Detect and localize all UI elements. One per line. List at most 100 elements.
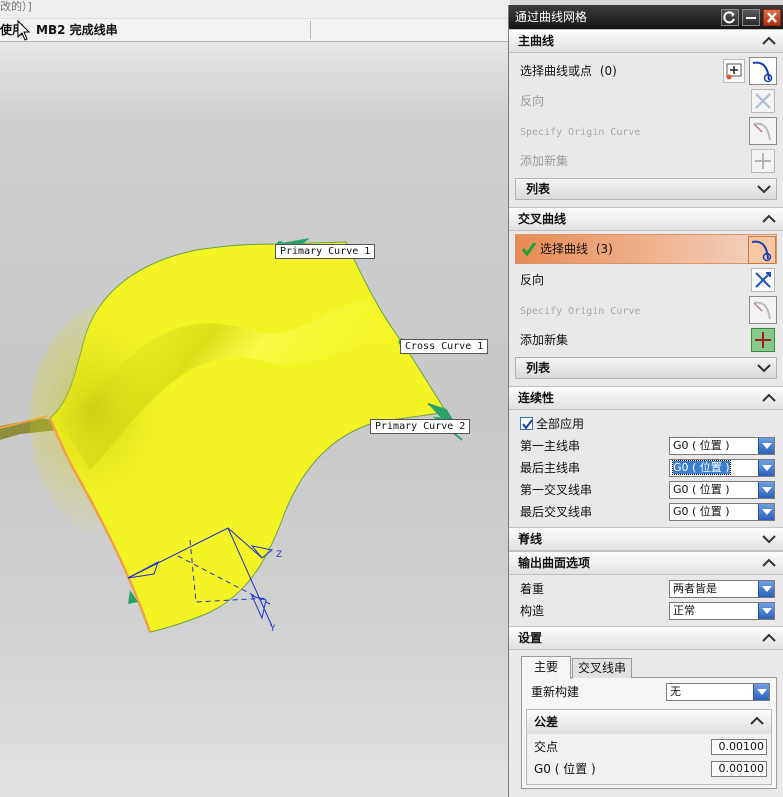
cross-list-toggle[interactable]: 列表 — [515, 357, 777, 379]
construct-select[interactable]: 正常 — [669, 602, 775, 620]
cross-add-set-row: 添加新集 — [515, 325, 777, 355]
apply-all-row[interactable]: 全部应用 — [515, 413, 777, 435]
intersection-tolerance-input[interactable]: 0.00100 — [711, 739, 767, 755]
primary-select-count: (0) — [599, 64, 617, 78]
chevron-up-icon[interactable] — [761, 390, 777, 406]
chevron-down-icon — [757, 364, 771, 373]
reverse-direction-icon — [755, 93, 771, 109]
primary-origin-row: Specify Origin Curve — [515, 116, 777, 146]
cross-select-row[interactable]: 选择曲线 (3) — [515, 234, 777, 264]
status-divider — [310, 21, 311, 39]
section-spine[interactable]: 脊线 — [509, 527, 783, 551]
point-plus-icon — [726, 63, 742, 80]
last-primary-label: 最后主线串 — [520, 461, 581, 475]
reset-button[interactable] — [721, 9, 739, 26]
cross-reverse-button[interactable] — [751, 268, 775, 292]
primary-origin-button[interactable] — [749, 117, 777, 145]
rebuild-select[interactable]: 无 — [666, 683, 770, 701]
primary-reverse-label: 反向 — [520, 94, 545, 108]
section-cross-curves[interactable]: 交叉曲线 — [509, 207, 783, 231]
cross-select-curve-button[interactable] — [748, 236, 776, 264]
dropdown-arrow-icon[interactable] — [758, 504, 774, 520]
section-primary-title: 主曲线 — [518, 34, 555, 48]
chevron-down-icon — [757, 185, 771, 194]
first-primary-row: 第一主线串 G0 ( 位置 ) — [515, 435, 777, 457]
chevron-up-icon[interactable] — [761, 630, 777, 646]
g0-tolerance-input[interactable]: 0.00100 — [711, 761, 767, 777]
dropdown-arrow-icon[interactable] — [758, 603, 774, 619]
axis-z-label: Z — [276, 550, 282, 560]
last-primary-value: G0 ( 位置 ) — [672, 460, 731, 475]
section-primary-curves[interactable]: 主曲线 — [509, 29, 783, 53]
first-cross-row: 第一交叉线串 G0 ( 位置 ) — [515, 479, 777, 501]
dropdown-arrow-icon[interactable] — [758, 438, 774, 454]
emphasis-label: 着重 — [520, 582, 545, 596]
chevron-up-icon[interactable] — [761, 555, 777, 571]
first-primary-label: 第一主线串 — [520, 439, 581, 453]
cross-add-set-button[interactable] — [751, 328, 775, 352]
section-output-surface[interactable]: 输出曲面选项 — [509, 551, 783, 575]
apply-all-checkbox[interactable] — [520, 417, 533, 430]
construct-label: 构造 — [520, 604, 545, 618]
tab-main[interactable]: 主要 — [521, 656, 572, 679]
first-cross-value: G0 ( 位置 ) — [673, 483, 730, 496]
close-icon — [767, 12, 777, 23]
intersection-label: 交点 — [534, 740, 559, 754]
primary-select-row[interactable]: 选择曲线或点 (0) — [515, 56, 777, 86]
primary-reverse-button[interactable] — [751, 89, 775, 113]
settings-tab-body: 重新构建 无 公差 交点 0.00100 G0 ( 位置 ) 0.00100 — [521, 678, 777, 789]
primary-add-set-button[interactable] — [751, 149, 775, 173]
last-primary-select[interactable]: G0 ( 位置 ) — [669, 459, 775, 477]
cross-origin-row: Specify Origin Curve — [515, 295, 777, 325]
emphasis-select[interactable]: 两者皆是 — [669, 580, 775, 598]
section-spine-title: 脊线 — [518, 532, 543, 546]
chevron-up-icon[interactable] — [749, 713, 765, 729]
cross-list-label: 列表 — [526, 361, 551, 375]
rebuild-label: 重新构建 — [531, 685, 580, 699]
first-primary-select[interactable]: G0 ( 位置 ) — [669, 437, 775, 455]
chevron-up-icon[interactable] — [761, 211, 777, 227]
rebuild-row: 重新构建 无 — [526, 681, 772, 703]
cross-curves-body: 选择曲线 (3) 反向 Specify Origin Curve 添加新集 列表 — [509, 231, 783, 386]
label-cross-curve-1[interactable]: Cross Curve 1 — [400, 339, 489, 354]
chevron-up-icon[interactable] — [761, 33, 777, 49]
section-continuity[interactable]: 连续性 — [509, 386, 783, 410]
output-body: 着重 两者皆是 构造 正常 — [509, 575, 783, 626]
g0-tolerance-row: G0 ( 位置 ) 0.00100 — [529, 758, 769, 780]
chevron-down-icon[interactable] — [761, 531, 777, 547]
cross-reverse-label: 反向 — [520, 273, 545, 287]
select-curve-button[interactable] — [749, 57, 777, 85]
through-curve-mesh-dialog: 通过曲线网格 主曲线 选择曲线或点 (0) 反向 Specify Origin … — [508, 5, 783, 797]
dropdown-arrow-icon[interactable] — [758, 460, 774, 476]
last-cross-label: 最后交叉线串 — [520, 505, 593, 519]
minimize-button[interactable] — [742, 9, 760, 26]
label-primary-curve-1[interactable]: Primary Curve 1 — [275, 244, 376, 259]
last-cross-select[interactable]: G0 ( 位置 ) — [669, 503, 775, 521]
cross-origin-button[interactable] — [749, 296, 777, 324]
tab-cross-strings[interactable]: 交叉线串 — [572, 658, 633, 678]
rebuild-value: 无 — [670, 685, 681, 698]
section-cross-title: 交叉曲线 — [518, 212, 567, 226]
label-primary-curve-2[interactable]: Primary Curve 2 — [370, 419, 471, 434]
dialog-titlebar[interactable]: 通过曲线网格 — [509, 5, 783, 29]
add-set-icon — [755, 332, 771, 348]
reset-icon — [723, 11, 735, 24]
close-button[interactable] — [763, 9, 781, 26]
point-dialog-button[interactable] — [723, 59, 745, 83]
dropdown-arrow-icon[interactable] — [753, 684, 769, 700]
first-cross-select[interactable]: G0 ( 位置 ) — [669, 481, 775, 499]
dropdown-arrow-icon[interactable] — [758, 482, 774, 498]
apply-all-label: 全部应用 — [536, 417, 585, 431]
last-primary-row: 最后主线串 G0 ( 位置 ) — [515, 457, 777, 479]
primary-list-label: 列表 — [526, 182, 551, 196]
dropdown-arrow-icon[interactable] — [758, 581, 774, 597]
section-settings[interactable]: 设置 — [509, 626, 783, 650]
top-info-line: 改的）] — [0, 0, 510, 18]
cross-select-count: (3) — [595, 242, 613, 256]
primary-reverse-row: 反向 — [515, 86, 777, 116]
graphics-viewport[interactable]: 改的）] 使用 MB2 完成线串 Z Y Primary Curve 1 Cro… — [0, 0, 510, 797]
dialog-title: 通过曲线网格 — [515, 10, 588, 24]
settings-tabs: 主要 交叉线串 — [521, 656, 777, 679]
primary-list-toggle[interactable]: 列表 — [515, 178, 777, 200]
tolerance-header[interactable]: 公差 — [527, 710, 771, 734]
